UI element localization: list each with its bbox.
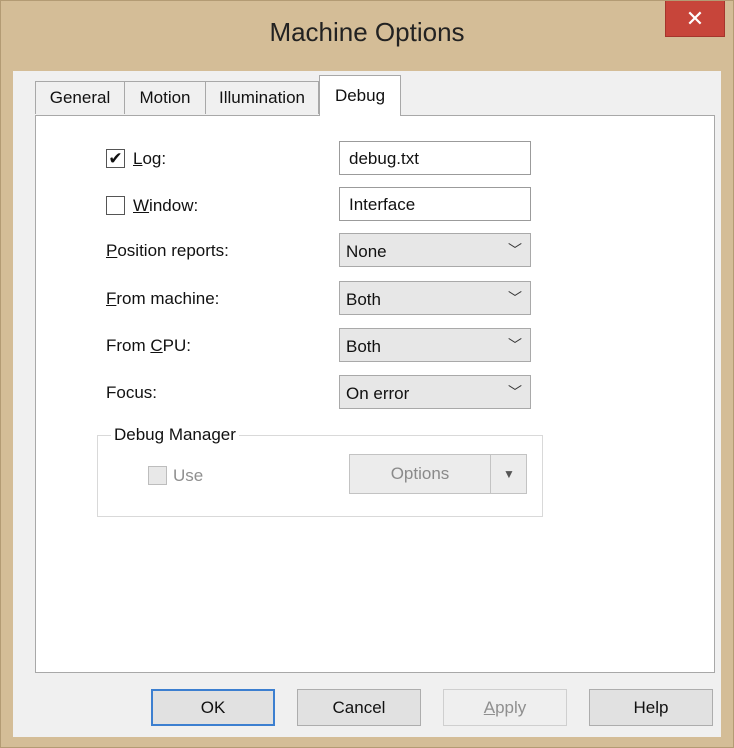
debug-manager-title: Debug Manager	[111, 425, 239, 445]
ok-button[interactable]: OK	[151, 689, 275, 726]
tab-general[interactable]: General	[35, 81, 125, 114]
from-machine-select[interactable]: Both ﹀	[339, 281, 531, 315]
position-reports-label: Position reports:	[106, 241, 229, 260]
options-button[interactable]: Options	[350, 455, 491, 493]
dropdown-arrow-icon: ▼	[503, 467, 515, 481]
chevron-down-icon: ﹀	[508, 384, 522, 400]
help-button[interactable]: Help	[589, 689, 713, 726]
apply-button[interactable]: Apply	[443, 689, 567, 726]
options-split-button: Options ▼	[349, 454, 527, 494]
window-label: Window:	[133, 196, 199, 215]
window-checkbox[interactable]	[106, 196, 125, 215]
title-bar[interactable]: Machine Options ✕	[1, 1, 733, 71]
log-label: Log:	[133, 149, 167, 168]
focus-label: Focus:	[106, 383, 158, 402]
options-dropdown-button[interactable]: ▼	[492, 455, 526, 493]
chevron-down-icon: ﹀	[508, 337, 522, 353]
from-cpu-select[interactable]: Both ﹀	[339, 328, 531, 362]
log-checkbox[interactable]: ✔	[106, 149, 125, 168]
window-title: Machine Options	[269, 17, 465, 47]
log-file-input[interactable]: debug.txt	[339, 141, 531, 175]
use-checkbox[interactable]	[148, 466, 167, 485]
from-machine-label: From machine:	[106, 289, 220, 308]
window-name-input[interactable]: Interface	[339, 187, 531, 221]
use-label: Use	[173, 466, 204, 485]
from-cpu-value: Both	[346, 337, 381, 356]
chevron-down-icon: ﹀	[508, 242, 522, 258]
from-machine-value: Both	[346, 290, 381, 309]
focus-select[interactable]: On error ﹀	[339, 375, 531, 409]
position-reports-select[interactable]: None ﹀	[339, 233, 531, 267]
machine-options-dialog: Machine Options ✕ General Motion Illumin…	[0, 0, 734, 748]
close-icon: ✕	[685, 5, 705, 31]
chevron-down-icon: ﹀	[508, 290, 522, 306]
position-reports-value: None	[346, 242, 387, 261]
focus-value: On error	[346, 384, 410, 403]
checkmark-icon: ✔	[108, 149, 123, 168]
tab-debug[interactable]: Debug	[319, 75, 401, 116]
from-cpu-label: From CPU:	[106, 336, 192, 355]
close-button[interactable]: ✕	[665, 1, 725, 37]
cancel-button[interactable]: Cancel	[297, 689, 421, 726]
tab-motion[interactable]: Motion	[124, 81, 206, 114]
tab-illumination[interactable]: Illumination	[205, 81, 319, 114]
